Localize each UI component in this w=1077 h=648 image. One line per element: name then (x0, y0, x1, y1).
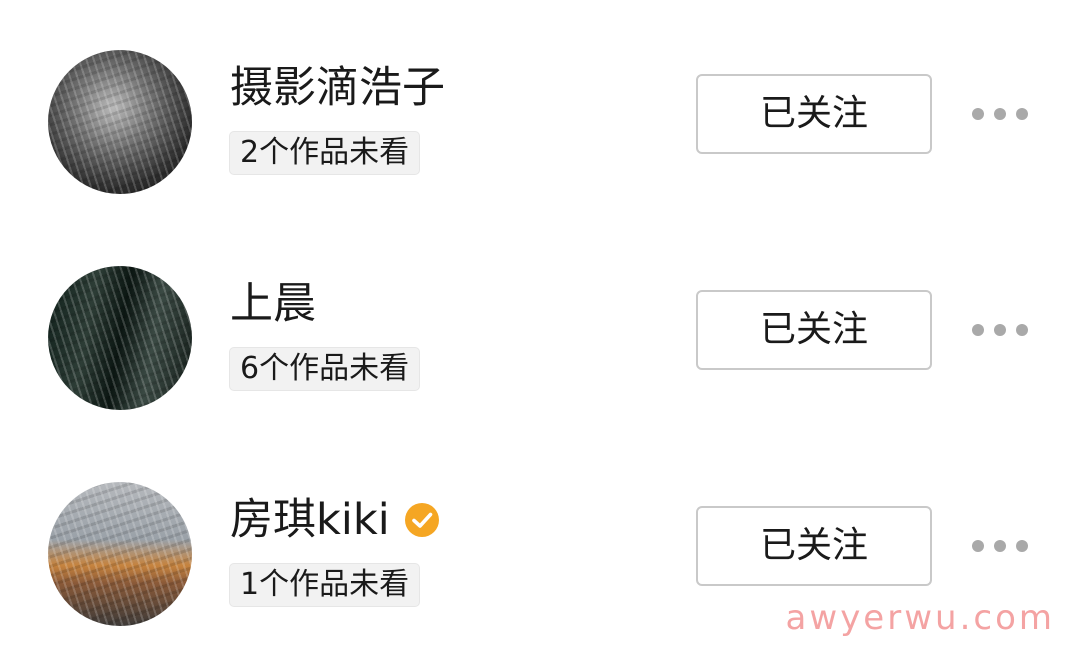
avatar-scribble (48, 50, 192, 194)
avatar-scribble (48, 482, 192, 626)
avatar[interactable] (48, 482, 192, 626)
list-item[interactable]: 上晨 6个作品未看 已关注 (0, 254, 1077, 414)
dot (1016, 108, 1028, 120)
dot (1016, 324, 1028, 336)
dot (972, 540, 984, 552)
unseen-works-badge: 2个作品未看 (229, 131, 421, 175)
account-name[interactable]: 上晨 (230, 278, 316, 330)
dot (1016, 540, 1028, 552)
dot (994, 540, 1006, 552)
following-button[interactable]: 已关注 (696, 290, 932, 370)
following-button[interactable]: 已关注 (696, 506, 932, 586)
avatar[interactable] (48, 50, 192, 194)
dot (972, 324, 984, 336)
verified-check-icon (404, 503, 439, 537)
dot (972, 108, 984, 120)
list-item[interactable]: 摄影滴浩子 2个作品未看 已关注 (0, 38, 1077, 198)
account-name[interactable]: 房琪kiki (230, 494, 440, 546)
unseen-works-badge: 1个作品未看 (229, 563, 421, 607)
more-dots-icon[interactable] (972, 534, 1028, 558)
avatar[interactable] (48, 266, 192, 410)
more-dots-icon[interactable] (972, 102, 1028, 126)
unseen-works-badge: 6个作品未看 (229, 347, 421, 391)
account-name[interactable]: 摄影滴浩子 (230, 62, 445, 114)
following-list: 摄影滴浩子 2个作品未看 已关注 上晨 6个作品未看 已关注 房琪kiki 1个… (0, 0, 1077, 648)
account-name-text[interactable]: 摄影滴浩子 (230, 62, 445, 114)
dot (994, 324, 1006, 336)
more-dots-icon[interactable] (972, 318, 1028, 342)
watermark: awyerwu.com (785, 598, 1055, 638)
following-button[interactable]: 已关注 (696, 74, 932, 154)
avatar-scribble (48, 266, 192, 410)
account-name-text[interactable]: 房琪kiki (230, 494, 390, 546)
dot (994, 108, 1006, 120)
account-name-text[interactable]: 上晨 (230, 278, 316, 330)
